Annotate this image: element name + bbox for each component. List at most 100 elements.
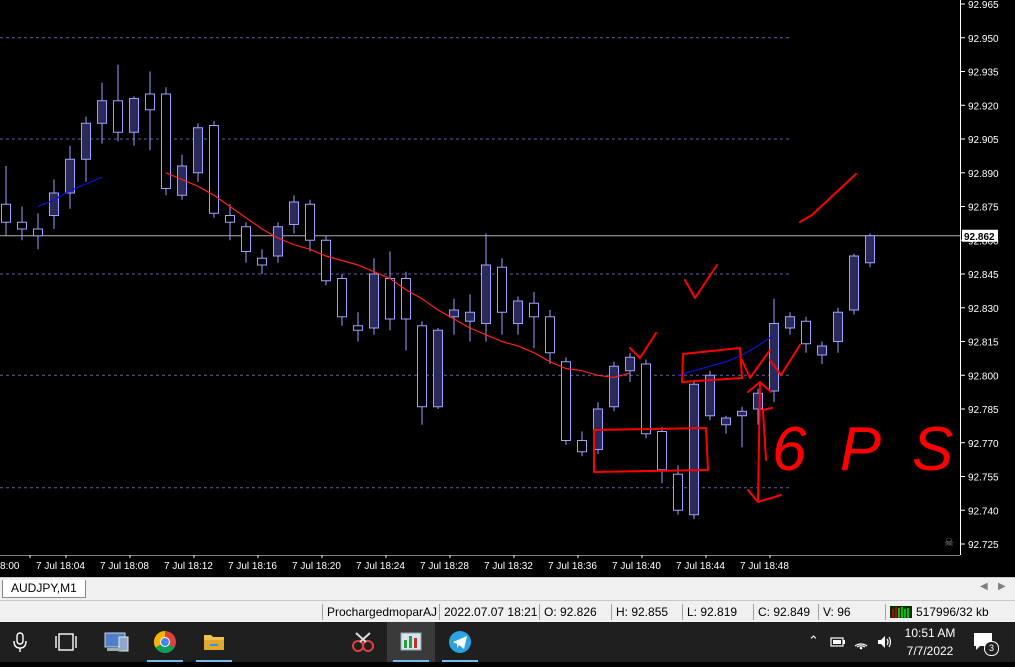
status-low: L: 92.819 bbox=[687, 605, 738, 619]
tab-scroll-right-icon[interactable]: ▶ bbox=[998, 581, 1006, 592]
candle-body bbox=[81, 122, 91, 160]
candle-body bbox=[689, 383, 699, 516]
status-separator bbox=[539, 604, 540, 620]
candle-body bbox=[369, 273, 379, 329]
candle-body bbox=[1, 203, 11, 223]
time-axis-labels: 8:00 7 Jul 18:04 7 Jul 18:08 7 Jul 18:12 7 J… bbox=[0, 554, 960, 572]
time-tick-label: 7 Jul 18:28 bbox=[420, 561, 469, 572]
volume-icon[interactable] bbox=[876, 634, 894, 650]
candle-body bbox=[321, 239, 331, 282]
annotation-text: 6 P SL bbox=[772, 415, 960, 484]
candle-body bbox=[609, 365, 619, 408]
taskbar-clock[interactable]: 10:51 AM 7/7/2022 bbox=[900, 624, 960, 660]
status-separator bbox=[611, 604, 612, 620]
price-tick-label: 92.920 bbox=[968, 101, 999, 112]
microphone-button[interactable] bbox=[0, 622, 40, 662]
candle-body bbox=[385, 278, 395, 320]
status-separator bbox=[885, 604, 886, 620]
price-chart[interactable]: 6 P SL ☠ bbox=[0, 0, 960, 555]
metatrader-app-button[interactable] bbox=[387, 622, 435, 662]
candle-body bbox=[305, 203, 315, 241]
status-close: C: 92.849 bbox=[758, 605, 811, 619]
price-tick-label: 92.890 bbox=[968, 169, 999, 180]
time-tick-label: 7 Jul 18:36 bbox=[548, 561, 597, 572]
time-tick-label: 7 Jul 18:08 bbox=[100, 561, 149, 572]
candle-body bbox=[769, 323, 779, 392]
microphone-icon bbox=[13, 632, 27, 652]
status-traffic: 517996/32 kb bbox=[916, 605, 989, 619]
chart-corner-icon: ☠ bbox=[944, 537, 954, 549]
candle-body bbox=[337, 278, 347, 318]
time-tick-label: 7 Jul 18:40 bbox=[612, 561, 661, 572]
candle-body bbox=[833, 311, 843, 342]
tab-scroll-left-icon[interactable]: ◀ bbox=[980, 581, 988, 592]
time-tick-label: 7 Jul 18:24 bbox=[356, 561, 405, 572]
computer-icon bbox=[104, 632, 129, 652]
candle-body bbox=[417, 325, 427, 408]
file-explorer-app-button[interactable] bbox=[190, 622, 238, 662]
annotation-check bbox=[629, 332, 657, 359]
candle-body bbox=[561, 361, 571, 441]
telegram-app-button[interactable] bbox=[436, 622, 484, 662]
candle-body bbox=[865, 235, 875, 264]
candle-body bbox=[497, 266, 507, 313]
candle-body bbox=[65, 158, 75, 194]
price-tick-label: 92.785 bbox=[968, 405, 999, 416]
status-profile: ProchargedmoparAJ bbox=[327, 605, 438, 619]
annotation-check bbox=[799, 173, 857, 223]
candle-body bbox=[209, 125, 219, 214]
candle-body bbox=[193, 127, 203, 174]
price-tick-label: 92.950 bbox=[968, 34, 999, 45]
current-price-label: 92.862 bbox=[964, 232, 995, 243]
tab-audjpy-m1[interactable]: AUDJPY,M1 bbox=[2, 580, 86, 598]
time-axis: 8:00 7 Jul 18:04 7 Jul 18:08 7 Jul 18:12 7 J… bbox=[0, 554, 1015, 577]
status-datetime: 2022.07.07 18:21 bbox=[444, 605, 538, 619]
price-tick-label: 92.740 bbox=[968, 506, 999, 517]
wifi-icon[interactable] bbox=[853, 634, 869, 650]
price-tick-label: 92.965 bbox=[968, 0, 999, 11]
computer-app-button[interactable] bbox=[92, 622, 140, 662]
candle-body bbox=[49, 192, 59, 216]
price-tick-label: 92.815 bbox=[968, 338, 999, 349]
price-tick-label: 92.845 bbox=[968, 270, 999, 281]
candle-body bbox=[641, 363, 651, 435]
moving-average-red bbox=[165, 172, 631, 379]
annotation-check bbox=[741, 349, 771, 379]
notification-count-badge: 3 bbox=[984, 641, 999, 656]
candle-body bbox=[33, 228, 43, 237]
candle-body bbox=[17, 221, 27, 230]
candle-body bbox=[625, 356, 635, 372]
candle-body bbox=[97, 100, 107, 124]
show-hidden-icons-icon[interactable]: ⌃ bbox=[808, 633, 819, 649]
connection-traffic-icon bbox=[890, 606, 912, 618]
candle-body bbox=[273, 226, 283, 257]
task-view-icon bbox=[55, 633, 77, 651]
candle-body bbox=[513, 300, 523, 324]
annotation-range-bracket bbox=[762, 407, 773, 461]
battery-icon[interactable] bbox=[830, 635, 846, 649]
candle-body bbox=[657, 431, 667, 471]
candle-body bbox=[449, 309, 459, 318]
chart-area[interactable]: 6 P SL ☠ bbox=[0, 0, 960, 555]
candle-body bbox=[801, 320, 811, 345]
clock-date: 7/7/2022 bbox=[906, 644, 954, 658]
time-tick-label: 8:00 bbox=[0, 561, 20, 572]
time-tick-label: 7 Jul 18:12 bbox=[164, 561, 213, 572]
snipping-tool-app-button[interactable] bbox=[338, 622, 386, 662]
candle-body bbox=[145, 93, 155, 111]
candle-body bbox=[737, 410, 747, 417]
chrome-app-button[interactable] bbox=[141, 622, 189, 662]
candle-body bbox=[353, 325, 363, 331]
status-high: H: 92.855 bbox=[616, 605, 669, 619]
time-tick-label: 7 Jul 18:44 bbox=[676, 561, 725, 572]
snipping-tool-icon bbox=[352, 632, 374, 652]
windows-taskbar: ⌃ 10:51 AM 7/7/2022 3 bbox=[0, 622, 1015, 662]
time-tick-label: 7 Jul 18:32 bbox=[484, 561, 533, 572]
clock-time: 10:51 AM bbox=[904, 626, 956, 640]
status-separator bbox=[753, 604, 754, 620]
status-volume: V: 96 bbox=[823, 605, 851, 619]
candle-body bbox=[849, 255, 859, 311]
task-view-button[interactable] bbox=[42, 622, 90, 662]
candle-body bbox=[241, 226, 251, 252]
candle-body bbox=[433, 329, 443, 408]
